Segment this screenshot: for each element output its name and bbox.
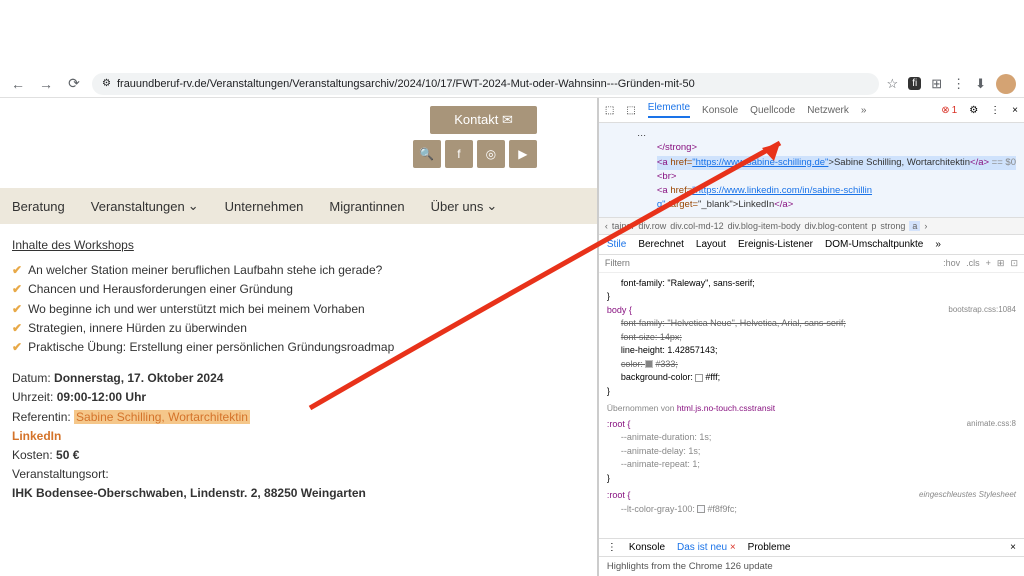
star-icon[interactable]: ☆ — [887, 76, 899, 92]
download-icon[interactable]: ⬇ — [975, 76, 986, 92]
event-datum: Datum: Donnerstag, 17. Oktober 2024 — [12, 369, 585, 388]
tab-dom[interactable]: DOM-Umschaltpunkte — [825, 239, 923, 250]
more-icon[interactable]: ⋮ — [990, 105, 1000, 116]
menu-icon[interactable]: ⋮ — [952, 76, 965, 92]
search-button[interactable]: 🔍 — [413, 140, 441, 168]
nav-unternehmen[interactable]: Unternehmen — [225, 198, 304, 214]
dom-breadcrumb[interactable]: ‹ tainer div.row div.col-md-12 div.blog-… — [599, 217, 1024, 235]
nav-beratung[interactable]: Beratung — [12, 198, 65, 214]
settings-icon[interactable]: ⚙ — [969, 105, 978, 116]
box-icon[interactable]: ⊞ — [997, 258, 1005, 269]
event-referentin: Referentin: Sabine Schilling, Wortarchit… — [12, 408, 585, 427]
profile-avatar[interactable] — [996, 74, 1016, 94]
tab-konsole[interactable]: Konsole — [702, 105, 738, 116]
tab-quellcode[interactable]: Quellcode — [750, 105, 795, 116]
event-ort: IHK Bodensee-Oberschwaben, Lindenstr. 2,… — [12, 484, 585, 503]
forward-button[interactable]: → — [36, 74, 56, 94]
tab-layout[interactable]: Layout — [696, 239, 726, 250]
list-item: Chancen und Herausforderungen einer Grün… — [12, 280, 585, 299]
browser-toolbar: ← → ⟳ ⚙ frauundberuf-rv.de/Veranstaltung… — [0, 70, 1024, 98]
event-ort-label: Veranstaltungsort: — [12, 465, 585, 484]
site-settings-icon: ⚙ — [102, 78, 111, 89]
elements-tree[interactable]: … </strong> <a href="https://www.sabine-… — [599, 123, 1024, 217]
nav-veranstaltungen[interactable]: Veranstaltungen ⌄ — [91, 198, 199, 214]
facebook-button[interactable]: f — [445, 140, 473, 168]
address-bar[interactable]: ⚙ frauundberuf-rv.de/Veranstaltungen/Ver… — [92, 73, 879, 95]
error-badge[interactable]: ⊗ 1 — [941, 105, 957, 116]
tab-more[interactable]: » — [861, 105, 867, 116]
url-text: frauundberuf-rv.de/Veranstaltungen/Veran… — [117, 78, 695, 90]
mail-icon: ✉ — [502, 112, 513, 127]
list-item: Wo beginne ich und wer unterstützt mich … — [12, 300, 585, 319]
drawer-neu[interactable]: Das ist neu × — [677, 542, 736, 553]
panel-icon[interactable]: ⊡ — [1010, 258, 1018, 269]
event-uhrzeit: Uhrzeit: 09:00-12:00 Uhr — [12, 388, 585, 407]
chevron-down-icon: ⌄ — [486, 198, 497, 214]
close-icon[interactable]: × — [1012, 105, 1018, 116]
tab-elemente[interactable]: Elemente — [648, 102, 690, 118]
tab-berechnet[interactable]: Berechnet — [638, 239, 684, 250]
nav-migrantinnen[interactable]: Migrantinnen — [329, 198, 404, 214]
workshop-bullets: An welcher Station meiner beruflichen La… — [12, 261, 585, 357]
tab-ereignis[interactable]: Ereignis-Listener — [738, 239, 813, 250]
tab-netzwerk[interactable]: Netzwerk — [807, 105, 849, 116]
back-button[interactable]: ← — [8, 74, 28, 94]
drawer-menu-icon[interactable]: ⋮ — [607, 542, 617, 553]
event-kosten: Kosten: 50 € — [12, 446, 585, 465]
devtools-panel: ⬚ ⬚ Elemente Konsole Quellcode Netzwerk … — [597, 98, 1024, 576]
list-item: Praktische Übung: Erstellung einer persö… — [12, 338, 585, 357]
linkedin-link[interactable]: LinkedIn — [12, 427, 585, 446]
workshop-heading: Inhalte des Workshops — [12, 236, 585, 255]
list-item: An welcher Station meiner beruflichen La… — [12, 261, 585, 280]
reload-button[interactable]: ⟳ — [64, 74, 84, 94]
cls-toggle[interactable]: .cls — [966, 258, 980, 269]
contact-button[interactable]: Kontakt ✉ — [430, 106, 537, 134]
list-item: Strategien, innere Hürden zu überwinden — [12, 319, 585, 338]
instagram-button[interactable]: ◎ — [477, 140, 505, 168]
nav-uber-uns[interactable]: Über uns ⌄ — [431, 198, 498, 214]
drawer-probleme[interactable]: Probleme — [748, 542, 791, 553]
webpage-content: Kontakt ✉ 🔍 f ◎ ▶ Beratung Veranstaltung… — [0, 98, 597, 576]
whatsnew-message: Highlights from the Chrome 126 update — [599, 557, 1024, 576]
drawer-konsole[interactable]: Konsole — [629, 542, 665, 553]
drawer-close-icon[interactable]: × — [1010, 542, 1016, 553]
extension-icon[interactable]: fi — [908, 77, 921, 90]
extensions-icon[interactable]: ⊞ — [931, 76, 942, 92]
chevron-down-icon: ⌄ — [188, 198, 199, 214]
main-nav: Beratung Veranstaltungen ⌄ Unternehmen M… — [0, 188, 597, 224]
youtube-button[interactable]: ▶ — [509, 140, 537, 168]
tab-stile[interactable]: Stile — [607, 239, 626, 250]
styles-filter[interactable] — [605, 258, 655, 268]
hov-toggle[interactable]: :hov — [943, 258, 960, 269]
inspect-icon[interactable]: ⬚ — [605, 105, 614, 116]
referentin-link[interactable]: Sabine Schilling, Wortarchitektin — [74, 410, 250, 424]
styles-rules[interactable]: font-family: "Raleway", sans-serif; } bo… — [599, 273, 1024, 539]
device-icon[interactable]: ⬚ — [626, 105, 635, 116]
add-rule-icon[interactable]: + — [986, 258, 991, 269]
